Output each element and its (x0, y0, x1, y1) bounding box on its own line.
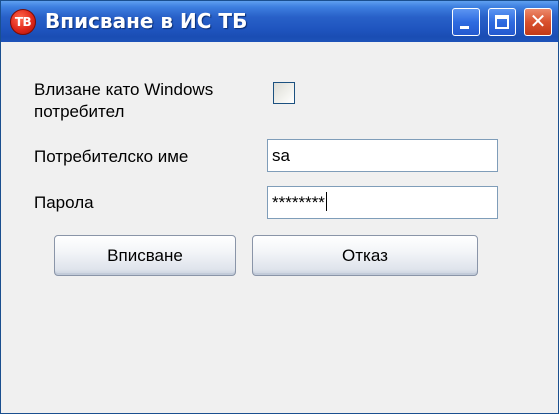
title-bar[interactable]: TB Вписване в ИС ТБ ✕ (1, 1, 558, 42)
windows-login-checkbox[interactable] (273, 82, 295, 104)
windows-login-label-line2: потребител (34, 102, 125, 121)
login-button[interactable]: Вписване (54, 235, 236, 276)
login-dialog-window: TB Вписване в ИС ТБ ✕ Влизане като Windo… (0, 0, 559, 414)
windows-login-label: Влизане като Windows потребител (34, 79, 213, 123)
password-label: Парола (34, 193, 94, 212)
username-value: sa (272, 146, 290, 165)
username-label: Потребителско име (34, 147, 189, 166)
username-input[interactable]: sa (267, 139, 498, 172)
app-logo-icon: TB (10, 9, 36, 35)
windows-login-label-line1: Влизане като Windows (34, 80, 214, 99)
minimize-button[interactable] (452, 8, 480, 36)
password-input[interactable]: ******** (267, 186, 498, 219)
close-icon: ✕ (529, 9, 547, 33)
password-value: ******** (272, 193, 325, 212)
text-caret (325, 192, 327, 211)
cancel-button[interactable]: Отказ (252, 235, 478, 276)
close-button[interactable]: ✕ (524, 8, 552, 36)
maximize-icon (495, 15, 509, 29)
minimize-icon (460, 26, 469, 29)
maximize-button[interactable] (488, 8, 516, 36)
window-title: Вписване в ИС ТБ (45, 9, 248, 33)
